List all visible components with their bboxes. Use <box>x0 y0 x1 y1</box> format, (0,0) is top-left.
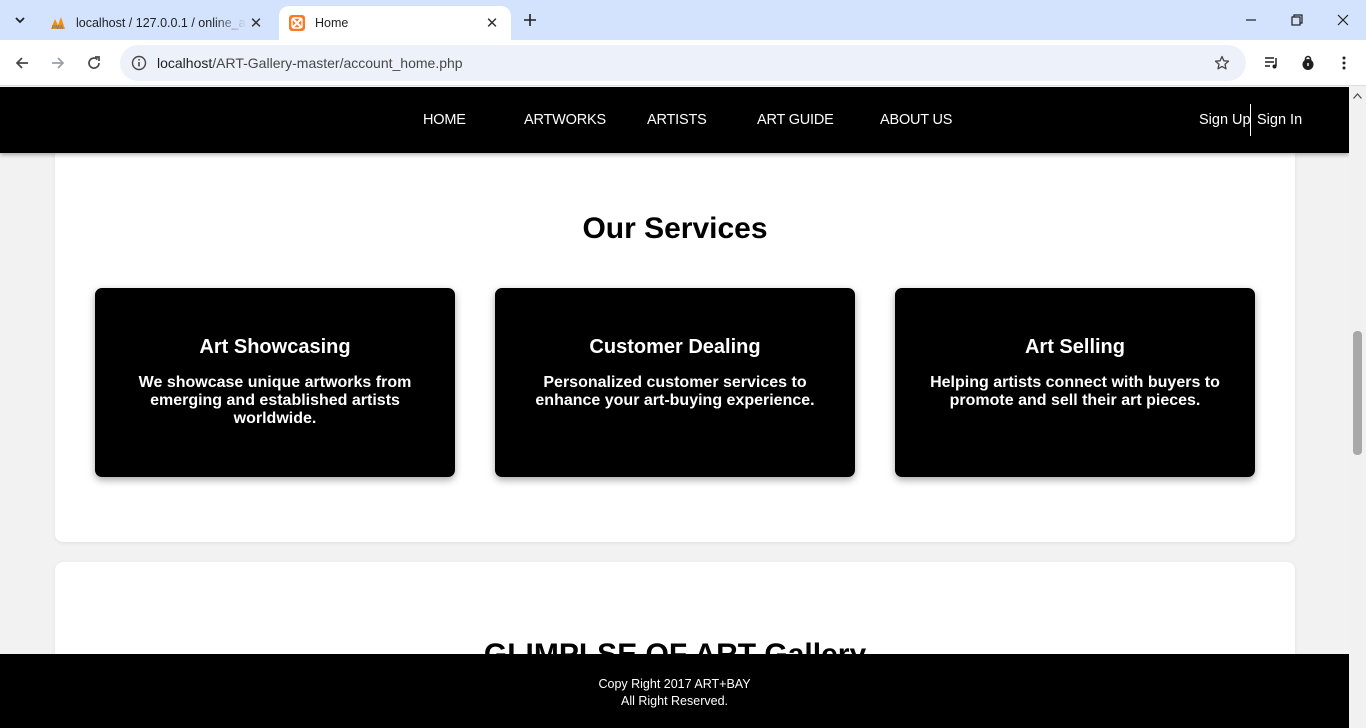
restore-button[interactable] <box>1274 0 1320 40</box>
sign-in-link[interactable]: Sign In <box>1257 105 1302 135</box>
bookmark-star-icon[interactable] <box>1212 53 1232 73</box>
services-section: Our Services Art Showcasing We showcase … <box>55 87 1295 542</box>
service-description: Personalized customer services to enhanc… <box>535 374 815 409</box>
back-button[interactable] <box>8 49 36 77</box>
footer-copyright: Copy Right 2017 ART+BAY <box>598 677 751 691</box>
xampp-icon <box>289 15 305 31</box>
nav-artists[interactable]: ARTISTS <box>647 87 707 153</box>
chevron-down-icon <box>15 17 25 24</box>
service-title: Art Selling <box>1024 336 1125 358</box>
tab-phpmyadmin[interactable]: PMA localhost / 127.0.0.1 / online_art_g… <box>40 6 275 40</box>
restore-icon <box>1291 14 1303 26</box>
site-footer: Copy Right 2017 ART+BAY All Right Reserv… <box>0 654 1349 728</box>
browser-tabstrip: PMA localhost / 127.0.0.1 / online_art_g… <box>0 0 1366 40</box>
browser-toolbar: localhost/ART-Gallery-master/account_hom… <box>0 40 1366 86</box>
close-window-button[interactable] <box>1320 0 1366 40</box>
page-viewport: HOME ARTWORKS ARTISTS ART GUIDE ABOUT US… <box>0 87 1349 728</box>
tab-title: Home <box>315 16 349 30</box>
tab-home[interactable]: Home ✕ <box>279 6 511 40</box>
forward-button[interactable] <box>44 49 72 77</box>
footer-rights: All Right Reserved. <box>621 694 728 708</box>
scrollbar-thumb[interactable] <box>1353 331 1362 455</box>
auth-divider <box>1250 104 1251 136</box>
close-tab-icon[interactable]: ✕ <box>247 14 265 32</box>
service-description: We showcase unique artworks from emergin… <box>138 374 412 427</box>
minimize-icon <box>1246 19 1256 21</box>
browser-menu-button[interactable] <box>1330 49 1358 77</box>
service-card-art-selling[interactable]: Art Selling Helping artists connect with… <box>895 288 1255 477</box>
kebab-menu-icon <box>1342 56 1346 70</box>
nav-art-guide[interactable]: ART GUIDE <box>757 87 834 153</box>
service-card-art-showcasing[interactable]: Art Showcasing We showcase unique artwor… <box>95 288 455 477</box>
service-description: Helping artists connect with buyers to p… <box>930 374 1220 409</box>
url-text: localhost/ART-Gallery-master/account_hom… <box>157 55 463 71</box>
sign-up-link[interactable]: Sign Up <box>1199 105 1251 135</box>
tab-title: localhost / 127.0.0.1 / online_art_galle… <box>76 16 247 30</box>
url-host: localhost <box>157 55 213 71</box>
site-navbar: HOME ARTWORKS ARTISTS ART GUIDE ABOUT US… <box>0 87 1349 153</box>
new-tab-button[interactable] <box>518 8 542 32</box>
svg-text:PMA: PMA <box>52 25 64 30</box>
service-title: Art Showcasing <box>199 336 351 358</box>
scroll-up-arrow-icon[interactable] <box>1349 87 1366 104</box>
close-tab-icon[interactable]: ✕ <box>483 14 501 32</box>
service-title: Customer Dealing <box>589 336 761 358</box>
reload-button[interactable] <box>80 49 108 77</box>
service-card-customer-dealing[interactable]: Customer Dealing Personalized customer s… <box>495 288 855 477</box>
phpmyadmin-icon: PMA <box>50 15 66 31</box>
arrow-right-icon <box>52 57 65 69</box>
address-bar[interactable]: localhost/ART-Gallery-master/account_hom… <box>120 45 1246 81</box>
nav-artworks[interactable]: ARTWORKS <box>524 87 606 153</box>
media-queue-icon <box>1265 57 1277 69</box>
nav-about-us[interactable]: ABOUT US <box>880 87 952 153</box>
lock-extension-icon <box>1302 55 1314 70</box>
reload-icon <box>88 56 100 69</box>
tab-search-button[interactable] <box>6 7 34 33</box>
nav-home[interactable]: HOME <box>423 87 466 153</box>
page-scrollbar[interactable] <box>1349 87 1366 728</box>
close-icon <box>1337 14 1349 26</box>
services-heading: Our Services <box>582 212 768 245</box>
plus-icon <box>524 14 536 26</box>
minimize-button[interactable] <box>1228 0 1274 40</box>
site-info-icon[interactable] <box>122 45 156 81</box>
extension-button[interactable] <box>1294 49 1322 77</box>
media-controls-button[interactable] <box>1258 49 1286 77</box>
url-path: /ART-Gallery-master/account_home.php <box>212 55 463 71</box>
arrow-left-icon <box>15 57 28 69</box>
